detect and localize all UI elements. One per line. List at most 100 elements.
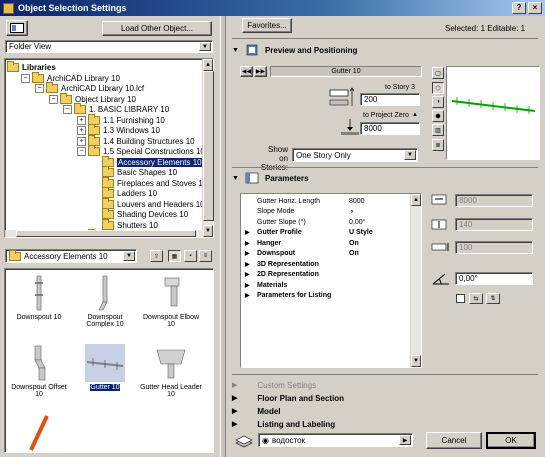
dimension-a-input[interactable]: 8000 [455, 194, 533, 207]
object-thumbnail[interactable]: Downspout Elbow 10 [139, 274, 203, 334]
h-scroll-thumb[interactable] [16, 230, 196, 237]
parameter-row[interactable]: ▶ Parameters for Listing [241, 291, 411, 301]
elevation-input[interactable]: 8000 [360, 122, 420, 135]
parameter-value[interactable]: 0,00° [349, 219, 365, 226]
scroll-down-icon[interactable]: ▼ [203, 225, 213, 237]
view-render-icon[interactable]: ⬢ [432, 110, 444, 122]
collapse-icon[interactable]: − [35, 84, 44, 93]
ok-button[interactable]: OK [486, 432, 536, 449]
chevron-down-icon[interactable]: ▲ [412, 112, 418, 118]
expand-triangle-icon[interactable]: ▶ [245, 240, 250, 247]
object-preview[interactable] [446, 66, 540, 160]
help-button[interactable]: ? [512, 2, 526, 14]
object-thumbnail[interactable]: Downspout Offset 10 [7, 344, 71, 404]
height-input[interactable]: 200 [360, 93, 420, 106]
next-object-icon[interactable]: ▶▶ [254, 66, 267, 77]
collapse-icon[interactable]: − [63, 105, 72, 114]
view-3d-icon[interactable]: ⬡ [432, 82, 444, 94]
up-folder-icon[interactable]: ⇧ [150, 250, 163, 262]
collapse-icon[interactable]: − [49, 94, 58, 104]
tree-item[interactable]: Ladders 10 [91, 187, 157, 199]
angle-input[interactable]: 0,00° [455, 272, 533, 285]
object-thumbnail[interactable]: Gutter Head Leader 10 [139, 344, 203, 404]
parameter-row[interactable]: ▶ Materials [241, 280, 411, 290]
previous-object-icon[interactable]: ◀◀ [240, 66, 253, 77]
parameter-value[interactable]: On [349, 250, 359, 257]
collapse-triangle-icon[interactable]: ▼ [232, 175, 239, 182]
parameter-row[interactable]: Slope Mode ⚬ [241, 207, 411, 217]
expand-icon[interactable]: + [77, 126, 86, 135]
scroll-up-icon[interactable]: ▲ [411, 194, 421, 206]
parameter-row[interactable]: Gutter Slope (°) 0,00° [241, 217, 411, 227]
favorites-button[interactable]: Favorites... [242, 18, 292, 33]
expand-triangle-icon[interactable]: ▶ [245, 229, 250, 236]
expand-triangle-icon[interactable]: ▶ [245, 271, 250, 278]
expand-triangle-icon[interactable]: ▶ [245, 261, 250, 268]
parameter-value[interactable]: ⚬ [349, 208, 355, 216]
folder-select[interactable]: Accessory Elements 10 ▼ [5, 249, 137, 263]
tree-item[interactable]: Shutters 10 [91, 218, 158, 231]
params-scrollbar[interactable]: ▲ ▼ [410, 194, 421, 367]
tree-item[interactable]: − 1. BASIC LIBRARY 10 [63, 103, 169, 115]
close-button[interactable]: × [528, 2, 542, 14]
object-thumbnail[interactable]: Gutter Support 10 [7, 414, 71, 452]
parameter-value[interactable]: 8000 [349, 198, 365, 205]
dimension-c-input[interactable]: 100 [455, 241, 533, 254]
view-2d-icon[interactable]: ▢ [432, 67, 444, 79]
expand-triangle-icon[interactable]: ▶ [232, 420, 237, 428]
parameter-row[interactable]: ▶ Gutter Profile U Style [241, 228, 411, 238]
parameter-row[interactable]: ▶ 2D Representation [241, 270, 411, 280]
object-thumbnail[interactable]: Gutter 10 [73, 344, 137, 404]
tree-item[interactable]: − 1.5 Special Constructions 10 [77, 145, 205, 157]
flip-icon[interactable]: ⇅ [486, 293, 500, 304]
scroll-down-icon[interactable]: ▼ [411, 355, 421, 367]
small-icons-view-icon[interactable]: ▪ [184, 250, 197, 262]
object-thumbnail[interactable]: Downspout Complex 10 [73, 274, 137, 334]
expand-triangle-icon[interactable]: ▶ [245, 292, 250, 299]
tree-item[interactable]: − Object Library 10 [49, 92, 136, 105]
scroll-thumb[interactable] [203, 71, 214, 221]
tree-vertical-scrollbar[interactable]: ▲ ▼ [202, 59, 214, 237]
tree-item[interactable]: − ArchiCAD Library 10 [21, 71, 120, 84]
model-section-header[interactable]: ▶ Model [232, 405, 532, 417]
cancel-button[interactable]: Cancel [426, 432, 482, 449]
collapse-icon[interactable]: − [21, 73, 30, 83]
view-mode-select[interactable]: Folder View ▼ [5, 40, 213, 53]
expand-triangle-icon[interactable]: ▶ [232, 394, 237, 402]
dimension-b-input[interactable]: 140 [455, 218, 533, 231]
mirror-icon[interactable]: ⇆ [469, 293, 483, 304]
mirror-checkbox[interactable] [456, 294, 465, 303]
expand-triangle-icon[interactable]: ▶ [245, 250, 250, 257]
expand-triangle-icon[interactable]: ▶ [245, 282, 250, 289]
list-view-icon[interactable]: ≡ [199, 250, 212, 262]
preview-section-header[interactable]: ▼ Preview and Positioning [232, 44, 532, 56]
view-shaded-icon[interactable]: ◑ [432, 96, 444, 108]
tree-horizontal-scrollbar[interactable] [5, 230, 203, 237]
parameters-section-header[interactable]: ▼ Parameters [232, 172, 532, 184]
parameter-value[interactable]: On [349, 240, 359, 247]
scroll-up-icon[interactable]: ▲ [203, 59, 213, 71]
object-thumbnail[interactable]: Downspout 10 [7, 274, 71, 334]
parameter-row[interactable]: ▶ Downspout On [241, 249, 411, 259]
panel-splitter[interactable] [220, 16, 226, 457]
load-other-object-button[interactable]: Load Other Object... [102, 21, 212, 36]
library-manager-button[interactable] [6, 20, 28, 36]
floor-plan-section-header[interactable]: ▶ Floor Plan and Section [232, 392, 532, 404]
view-list-icon[interactable]: ≣ [432, 139, 444, 151]
layer-select[interactable]: ◉ водосток ▶ [258, 433, 413, 447]
parameter-value[interactable]: U Style [349, 229, 373, 236]
to-project-zero-label[interactable]: to Project Zero [363, 112, 409, 119]
expand-triangle-icon[interactable]: ▶ [232, 407, 237, 415]
parameter-row[interactable]: ▶ Hanger On [241, 238, 411, 248]
view-section-icon[interactable]: ▥ [432, 124, 444, 136]
expand-icon[interactable]: + [77, 115, 86, 125]
tree-item[interactable]: − ArchiCAD Library 10.lcf [35, 82, 144, 94]
listing-section-header[interactable]: ▶ Listing and Labeling [232, 418, 532, 430]
show-on-stories-select[interactable]: One Story Only ▼ [292, 148, 418, 162]
expand-icon[interactable]: + [77, 136, 86, 146]
parameter-row[interactable]: ▶ 3D Representation [241, 259, 411, 269]
collapse-triangle-icon[interactable]: ▼ [232, 47, 239, 54]
collapse-icon[interactable]: − [77, 147, 86, 156]
large-icons-view-icon[interactable]: ▦ [168, 250, 181, 262]
parameter-row[interactable]: Gutter Horiz. Length 8000 [241, 196, 411, 206]
